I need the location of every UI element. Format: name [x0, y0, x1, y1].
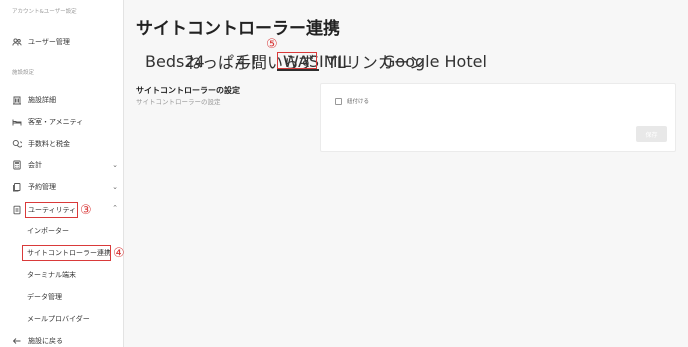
annotation-number-4: ④: [113, 246, 125, 261]
annotation-box-utilities: [25, 202, 78, 218]
back-to-facility-link[interactable]: 施設に戻る: [12, 334, 118, 347]
building-icon: [12, 95, 22, 105]
annotation-box-site-controller: [22, 245, 111, 261]
settings-subtitle: サイトコントローラーの設定: [136, 98, 221, 106]
sidebar-item-reservations[interactable]: 予約管理 ⌄: [12, 180, 118, 194]
save-button[interactable]: 保存: [636, 126, 667, 142]
sidebar-subitem-data-management[interactable]: データ管理: [27, 291, 62, 303]
coins-icon: [12, 139, 22, 149]
link-checkbox-label: 紐付ける: [347, 99, 370, 105]
settings-title: サイトコントローラーの設定: [136, 86, 240, 95]
sidebar-item-label: 施設詳細: [28, 96, 56, 104]
booking-icon: [12, 182, 22, 192]
chevron-down-icon: ⌄: [112, 161, 118, 169]
sidebar-item-label: 客室・アメニティ: [28, 118, 84, 126]
settings-card: 紐付ける 保存: [320, 83, 676, 152]
sidebar-item-facility-details[interactable]: 施設詳細: [12, 93, 118, 107]
sidebar-item-label: 予約管理: [28, 183, 56, 191]
chevron-down-icon: ⌄: [112, 183, 118, 191]
page-title: サイトコントローラー連携: [136, 19, 340, 39]
chevron-up-icon: ⌃: [112, 204, 118, 212]
sidebar-subitem-terminal[interactable]: ターミナル端末: [27, 269, 76, 281]
sidebar-item-label: ユーザー管理: [28, 38, 70, 46]
annotation-number-3: ③: [80, 203, 92, 218]
sidebar-subitem-mail-provider[interactable]: メールプロバイダー: [27, 313, 90, 325]
annotation-number-5: ⑤: [266, 37, 278, 52]
users-icon: [12, 37, 22, 47]
sidebar-item-label: 施設に戻る: [28, 337, 63, 345]
utility-icon: [12, 205, 22, 215]
tab-google-hotel[interactable]: Google Hotel: [383, 52, 487, 71]
sidebar-item-rooms-amenities[interactable]: 客室・アメニティ: [12, 115, 118, 129]
sidebar: アカウント&ユーザー設定 ユーザー管理 施設設定 施設詳細 客室・アメニティ 手…: [0, 0, 124, 347]
section-title-account: アカウント&ユーザー設定: [12, 9, 77, 15]
sidebar-item-label: 会計: [28, 161, 42, 169]
sidebar-item-fees-taxes[interactable]: 手数料と税金: [12, 137, 118, 151]
annotation-box-wasimil: [277, 52, 317, 69]
active-tab-indicator: [277, 69, 319, 71]
calculator-icon: [12, 160, 22, 170]
bed-icon: [12, 117, 22, 127]
sidebar-item-accounting[interactable]: 会計 ⌄: [12, 158, 118, 172]
main-content: サイトコントローラー連携 Beds24 ねっぱん！ 手間いらず WASIMIL …: [124, 0, 688, 347]
arrow-left-icon: [12, 336, 22, 346]
sidebar-subitem-importer[interactable]: インポーター: [27, 225, 69, 237]
section-title-facility: 施設設定: [12, 70, 35, 76]
sidebar-item-user-management[interactable]: ユーザー管理: [12, 35, 118, 49]
link-checkbox[interactable]: [335, 98, 342, 105]
sidebar-item-label: 手数料と税金: [28, 140, 70, 148]
